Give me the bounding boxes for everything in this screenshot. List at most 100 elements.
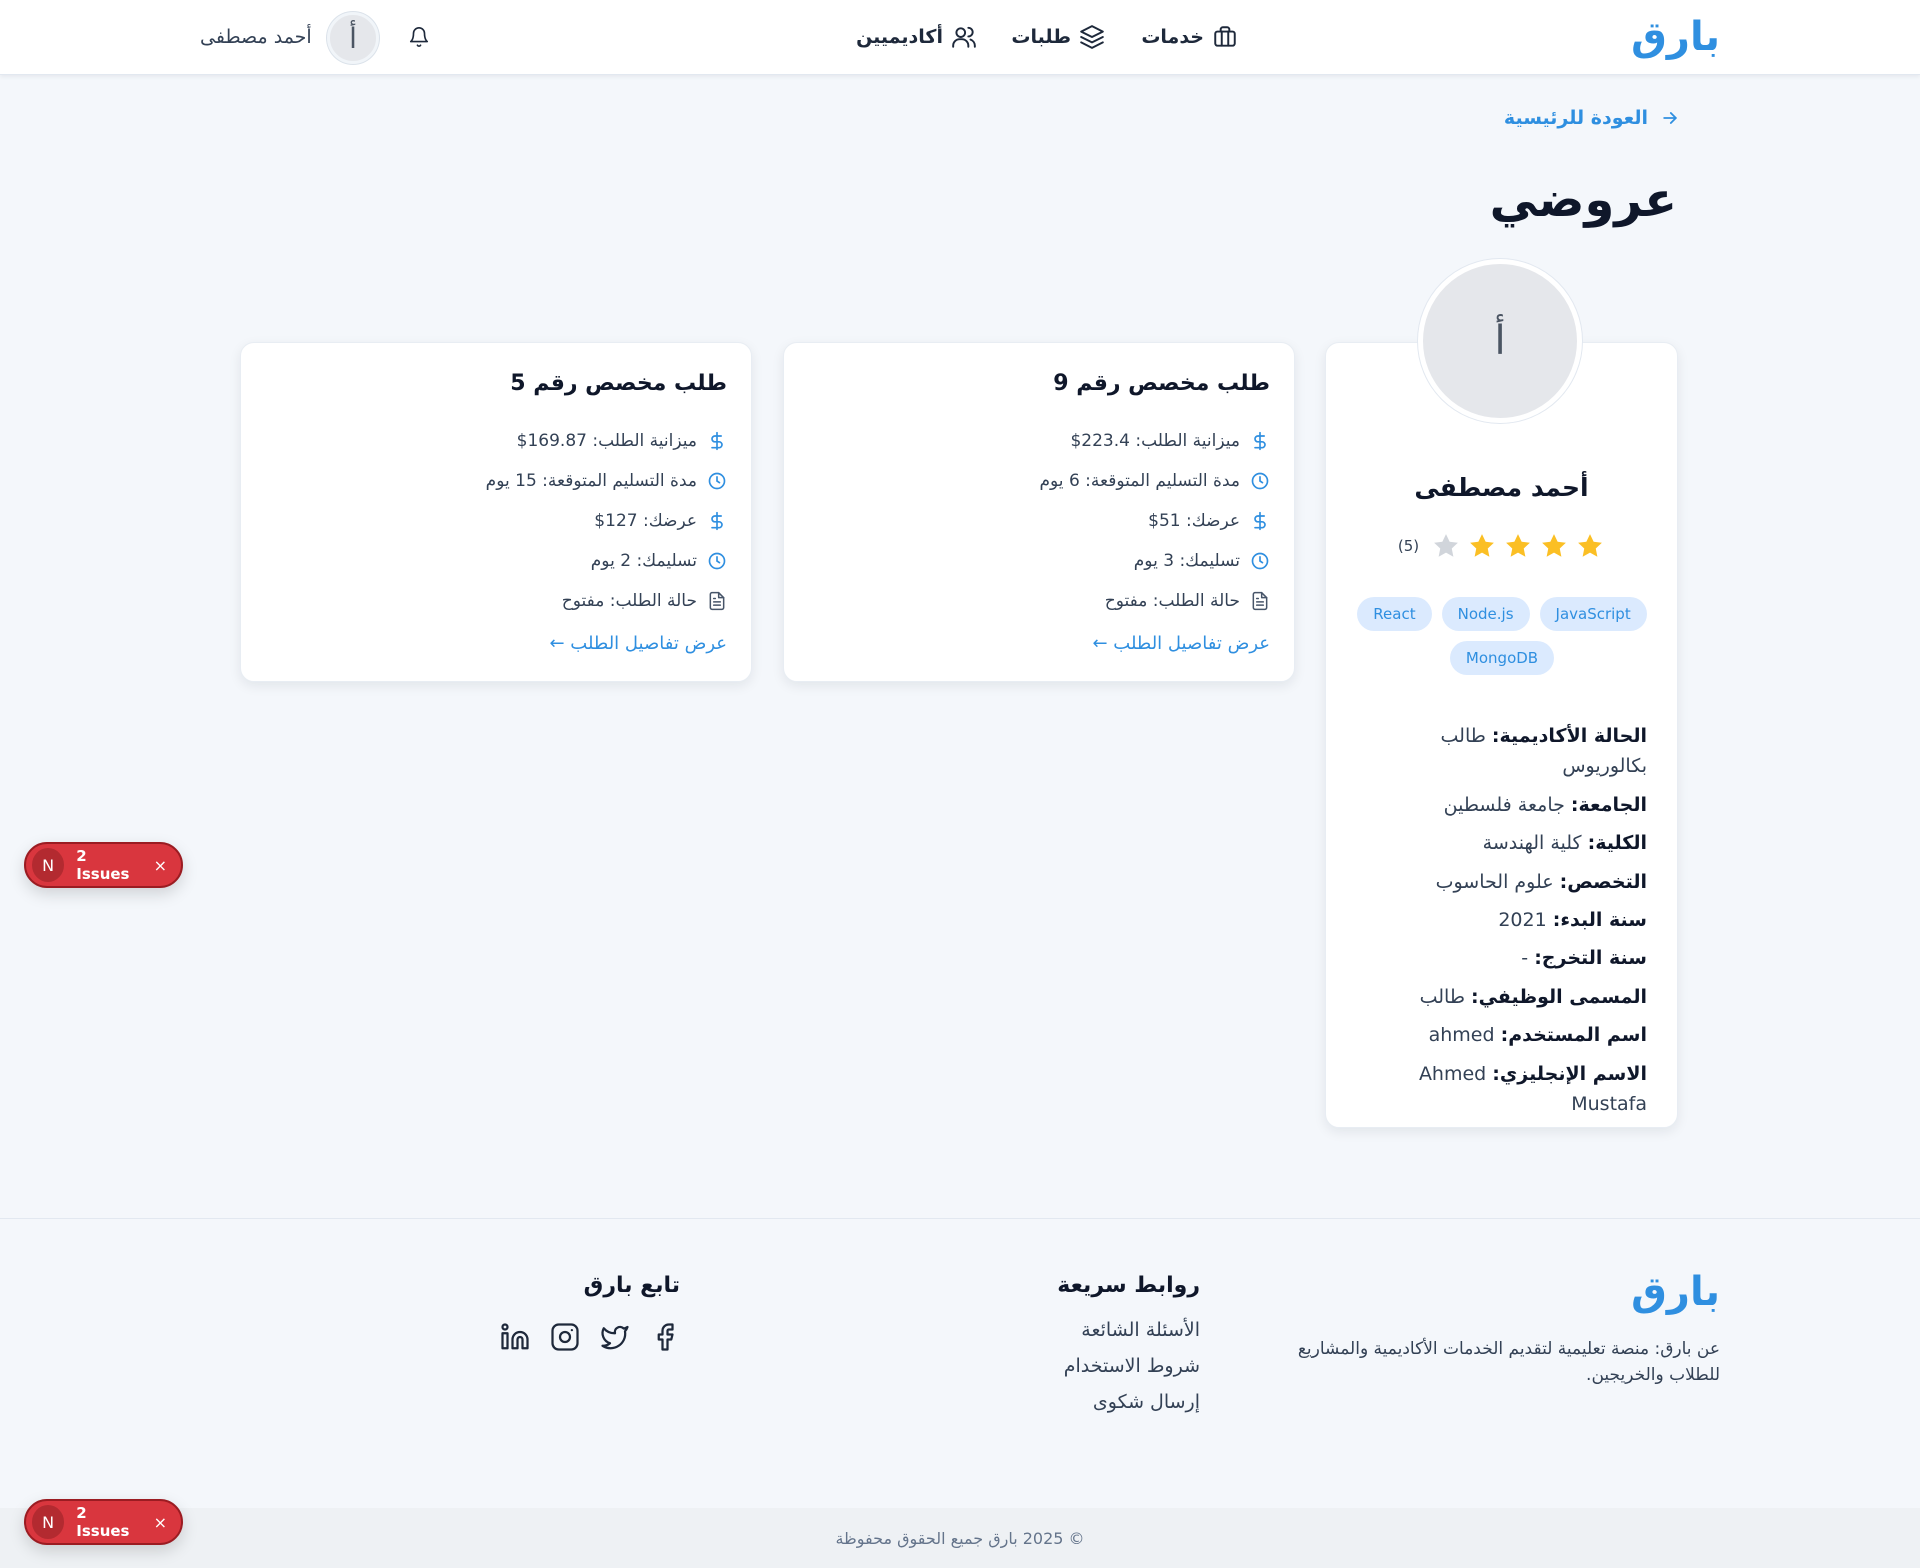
info-college: الكلية: كلية الهندسة xyxy=(1347,828,1647,858)
dollar-icon xyxy=(1250,511,1270,531)
copyright-bar: © 2025 بارق جميع الحقوق محفوظة xyxy=(0,1508,1920,1568)
info-value: جامعة فلسطين xyxy=(1443,793,1565,816)
offer-card: طلب مخصص رقم 5 ميزانية الطلب: 169.87$ مد… xyxy=(240,342,752,682)
profile-info: الحالة الأكاديمية: طالب بكالوريوس الجامع… xyxy=(1347,721,1647,1127)
offer-your-delivery: تسليمك: 2 يوم xyxy=(486,541,727,581)
nav-academics[interactable]: أكاديميين xyxy=(856,24,977,50)
offer-status-text: حالة الطلب: مفتوح xyxy=(561,591,697,611)
info-university: الجامعة: جامعة فلسطين xyxy=(1347,790,1647,820)
rating: (5) xyxy=(1326,531,1677,561)
footer-link-terms[interactable]: شروط الاستخدام xyxy=(1064,1355,1200,1377)
info-major: التخصص: علوم الحاسوب xyxy=(1347,867,1647,897)
info-label: الجامعة: xyxy=(1570,793,1647,816)
info-value: كلية الهندسة xyxy=(1482,832,1582,855)
nav-services[interactable]: خدمات xyxy=(1141,24,1238,50)
info-graduation-year: سنة التخرج: - xyxy=(1347,943,1647,973)
skill-tag: MongoDB xyxy=(1449,641,1555,675)
clock-icon xyxy=(707,471,727,491)
rating-count: (5) xyxy=(1397,537,1420,555)
copyright-text: © 2025 بارق جميع الحقوق محفوظة xyxy=(835,1528,1085,1548)
top-navbar: بارق خدمات طلبات أكاديميين أ أحمد مصطفى xyxy=(0,0,1920,75)
skill-tag: JavaScript xyxy=(1539,597,1647,631)
info-label: الكلية: xyxy=(1587,832,1647,855)
quick-links: الأسئلة الشائعة شروط الاستخدام إرسال شكو… xyxy=(1064,1319,1200,1413)
instagram-icon[interactable] xyxy=(550,1322,580,1352)
n-logo-icon: N xyxy=(32,1505,65,1539)
follow-heading: تابع بارق xyxy=(583,1273,680,1298)
nav-requests-label: طلبات xyxy=(1011,26,1071,48)
dollar-icon xyxy=(1250,431,1270,451)
offer-status-text: حالة الطلب: مفتوح xyxy=(1104,591,1240,611)
twitter-icon[interactable] xyxy=(600,1322,630,1352)
offer-status: حالة الطلب: مفتوح xyxy=(1039,581,1270,621)
info-academic-status: الحالة الأكاديمية: طالب بكالوريوس xyxy=(1437,721,1648,782)
close-icon[interactable]: × xyxy=(154,856,167,875)
offer-budget: ميزانية الطلب: 223.4$ xyxy=(1039,421,1270,461)
offer-your-delivery: تسليمك: 3 يوم xyxy=(1039,541,1270,581)
nav-requests[interactable]: طلبات xyxy=(1011,24,1105,50)
star-filled-icon xyxy=(1467,531,1497,561)
footer: بارق عن بارق: منصة تعليمية لتقديم الخدما… xyxy=(0,1218,1920,1508)
offer-details: ميزانية الطلب: 169.87$ مدة التسليم المتو… xyxy=(486,421,727,621)
users-icon xyxy=(951,24,977,50)
clock-icon xyxy=(1250,551,1270,571)
facebook-icon[interactable] xyxy=(650,1322,680,1352)
site-logo[interactable]: بارق xyxy=(1631,14,1720,60)
issues-badge[interactable]: N 2 Issues × xyxy=(24,1499,183,1545)
info-job-title: المسمى الوظيفي: طالب xyxy=(1347,982,1647,1012)
footer-link-faq[interactable]: الأسئلة الشائعة xyxy=(1064,1319,1200,1341)
arrow-right-icon xyxy=(1660,108,1680,128)
issues-label: 2 Issues xyxy=(76,1504,130,1540)
info-value: - xyxy=(1521,947,1529,970)
skill-tag: React xyxy=(1357,597,1432,631)
view-request-details-link[interactable]: عرض تفاصيل الطلب ← xyxy=(1092,633,1270,654)
skills-list: JavaScript Node.js React MongoDB xyxy=(1357,597,1647,675)
offer-budget-text: ميزانية الطلب: 169.87$ xyxy=(516,431,697,451)
star-empty-icon xyxy=(1431,531,1461,561)
back-link-label: العودة للرئيسية xyxy=(1503,107,1648,129)
social-links xyxy=(500,1322,680,1352)
offer-your-bid-text: عرضك: 127$ xyxy=(594,511,697,531)
file-icon xyxy=(707,591,727,611)
star-filled-icon xyxy=(1539,531,1569,561)
profile-name: أحمد مصطفى xyxy=(1414,473,1589,502)
info-label: سنة البدء: xyxy=(1552,908,1647,931)
info-start-year: سنة البدء: 2021 xyxy=(1347,905,1647,935)
offer-your-delivery-text: تسليمك: 3 يوم xyxy=(1133,551,1240,571)
footer-about: عن بارق: منصة تعليمية لتقديم الخدمات الأ… xyxy=(1297,1339,1720,1385)
info-value: 2021 xyxy=(1498,908,1547,931)
offer-title: طلب مخصص رقم 9 xyxy=(1053,371,1270,396)
offer-expected-duration-text: مدة التسليم المتوقعة: 6 يوم xyxy=(1039,471,1240,491)
user-avatar[interactable]: أ xyxy=(327,12,379,64)
info-username: اسم المستخدم: ahmed xyxy=(1347,1020,1647,1050)
offer-budget-text: ميزانية الطلب: 223.4$ xyxy=(1070,431,1240,451)
view-request-details-link[interactable]: عرض تفاصيل الطلب ← xyxy=(549,633,727,654)
clock-icon xyxy=(1250,471,1270,491)
linkedin-icon[interactable] xyxy=(500,1322,530,1352)
skill-tag: Node.js xyxy=(1441,597,1530,631)
close-icon[interactable]: × xyxy=(154,1513,167,1532)
layers-icon xyxy=(1079,24,1105,50)
back-to-home-link[interactable]: العودة للرئيسية xyxy=(1504,107,1680,129)
info-label: اسم المستخدم: xyxy=(1500,1024,1647,1047)
offer-expected-duration: مدة التسليم المتوقعة: 6 يوم xyxy=(1039,461,1270,501)
quick-links-heading: روابط سريعة xyxy=(1057,1273,1200,1298)
issues-label: 2 Issues xyxy=(76,847,130,883)
nav-academics-label: أكاديميين xyxy=(856,26,943,48)
footer-logo[interactable]: بارق xyxy=(1631,1269,1720,1315)
offer-expected-duration: مدة التسليم المتوقعة: 15 يوم xyxy=(486,461,727,501)
footer-link-complaint[interactable]: إرسال شكوى xyxy=(1064,1391,1200,1413)
nav-services-label: خدمات xyxy=(1141,26,1204,48)
offer-your-delivery-text: تسليمك: 2 يوم xyxy=(590,551,697,571)
info-value: طالب xyxy=(1419,985,1465,1008)
user-name[interactable]: أحمد مصطفى xyxy=(200,26,312,48)
issues-badge[interactable]: N 2 Issues × xyxy=(24,842,183,888)
profile-card: أ أحمد مصطفى (5) JavaScript Node.js Reac… xyxy=(1325,259,1678,1128)
offer-your-bid: عرضك: 127$ xyxy=(486,501,727,541)
notifications-bell-icon[interactable] xyxy=(408,26,430,48)
star-filled-icon xyxy=(1575,531,1605,561)
star-filled-icon xyxy=(1503,531,1533,561)
offer-budget: ميزانية الطلب: 169.87$ xyxy=(486,421,727,461)
profile-avatar: أ xyxy=(1418,259,1582,423)
page-title: عروضي xyxy=(1489,172,1677,228)
